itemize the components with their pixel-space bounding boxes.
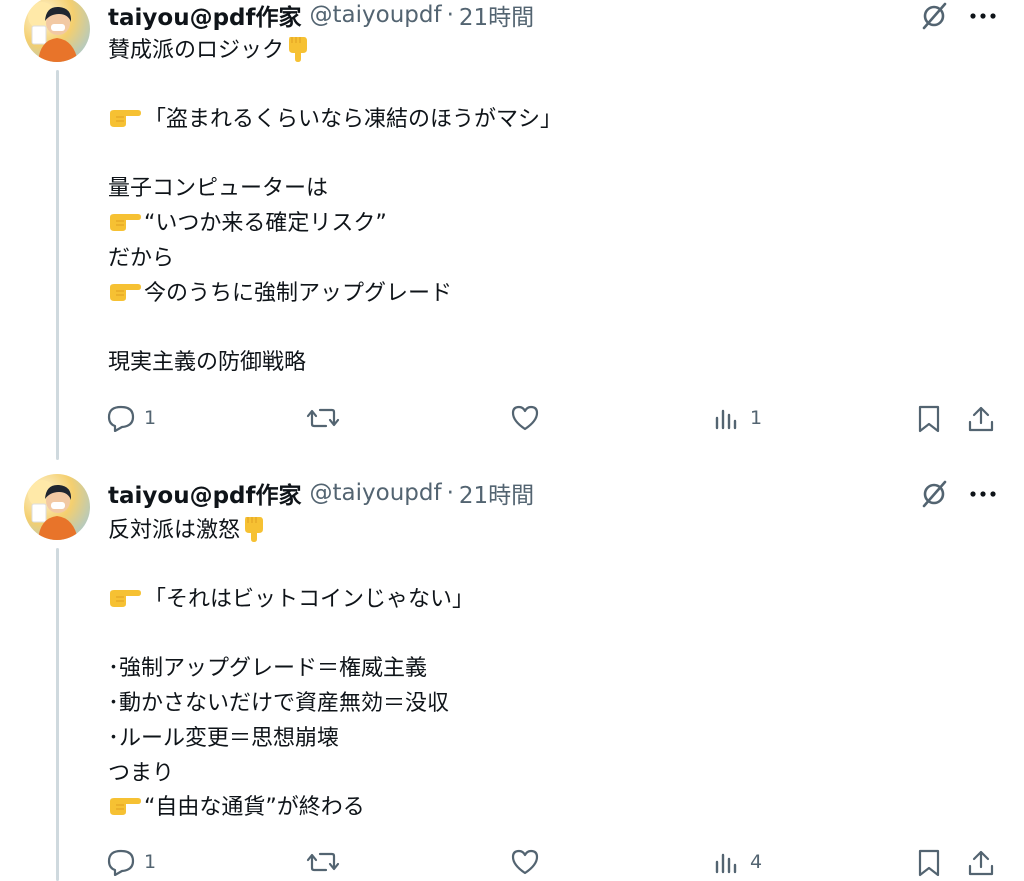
tweet[interactable]: taiyou@pdf作家 @taiyoupdf · 21時間 賛成派のロジック … [0, 0, 1024, 460]
share-icon [966, 848, 996, 878]
tweet-text-line: ･強制アップグレード＝権威主義 [108, 654, 427, 684]
tweet-header: taiyou@pdf作家 @taiyoupdf · 21時間 [108, 476, 534, 510]
like-icon [510, 848, 540, 876]
tweet-text-line: つまり [108, 759, 174, 789]
reply-icon [106, 404, 136, 432]
pointing-down-emoji-icon [286, 35, 310, 63]
repost-button[interactable] [306, 848, 348, 876]
tweet[interactable]: taiyou@pdf作家 @taiyoupdf · 21時間 反対派は激怒 「そ… [0, 474, 1024, 881]
timestamp[interactable]: 21時間 [459, 476, 534, 510]
avatar[interactable] [24, 474, 90, 540]
tweet-text: “いつか来る確定リスク” [144, 211, 387, 236]
tweet-text-line: 「盗まれるくらいなら凍結のほうがマシ」 [108, 105, 562, 135]
avatar[interactable] [24, 0, 90, 62]
tweet-text: ･動かさないだけで資産無効＝没収 [108, 691, 450, 716]
views-count: 1 [750, 407, 763, 429]
like-button[interactable] [510, 404, 548, 432]
repost-icon [306, 404, 340, 432]
views-icon [714, 848, 742, 876]
tweet-text-line: だから [108, 244, 174, 274]
share-button[interactable] [966, 848, 996, 878]
tweet-text: だから [108, 246, 175, 271]
handle[interactable]: @taiyoupdf [310, 2, 442, 28]
tweet-text: 反対派は激怒 [108, 518, 241, 543]
reply-button[interactable]: 1 [106, 848, 156, 876]
timestamp[interactable]: 21時間 [459, 0, 534, 32]
tweet-text: つまり [108, 761, 175, 786]
tweet-text-line: 賛成派のロジック [108, 35, 310, 65]
more-icon[interactable] [966, 480, 1000, 508]
grok-icon[interactable] [918, 480, 950, 508]
share-button[interactable] [966, 404, 996, 434]
tweet-text-line: 「それはビットコインじゃない」 [108, 585, 474, 615]
thread-line [56, 548, 59, 881]
bookmark-button[interactable] [916, 848, 942, 878]
like-button[interactable] [510, 848, 548, 876]
tweet-text: 量子コンピューターは [108, 176, 329, 201]
share-icon [966, 404, 996, 434]
tweet-text-line: 量子コンピューターは [108, 174, 328, 204]
repost-button[interactable] [306, 404, 348, 432]
reply-count: 1 [144, 851, 157, 873]
pointing-right-emoji-icon [108, 281, 142, 303]
tweet-text: ･ルール変更＝思想崩壊 [108, 726, 340, 751]
pointing-right-emoji-icon [108, 107, 142, 129]
tweet-text-line: 現実主義の防御戦略 [108, 348, 306, 378]
tweet-text: “自由な通貨”が終わる [144, 795, 365, 820]
thread-line [56, 70, 59, 460]
views-count: 4 [750, 851, 763, 873]
bookmark-icon [916, 404, 942, 434]
bookmark-icon [916, 848, 942, 878]
grok-icon[interactable] [918, 2, 950, 30]
reply-count: 1 [144, 407, 157, 429]
tweet-text-line: ･ルール変更＝思想崩壊 [108, 724, 339, 754]
views-button[interactable]: 4 [714, 848, 762, 876]
pointing-down-emoji-icon [242, 515, 266, 543]
tweet-text: ･強制アップグレード＝権威主義 [108, 656, 428, 681]
tweet-text: 「盗まれるくらいなら凍結のほうがマシ」 [144, 107, 563, 132]
tweet-text: 現実主義の防御戦略 [108, 350, 307, 375]
repost-icon [306, 848, 340, 876]
tweet-text: 今のうちに強制アップグレード [144, 281, 453, 306]
tweet-text-line: “いつか来る確定リスク” [108, 209, 387, 239]
tweet-text-line: “自由な通貨”が終わる [108, 793, 365, 823]
tweet-text: 「それはビットコインじゃない」 [144, 587, 475, 612]
reply-button[interactable]: 1 [106, 404, 156, 432]
tweet-text-line: ･動かさないだけで資産無効＝没収 [108, 689, 449, 719]
tweet-header: taiyou@pdf作家 @taiyoupdf · 21時間 [108, 0, 534, 32]
views-button[interactable]: 1 [714, 404, 762, 432]
pointing-right-emoji-icon [108, 795, 142, 817]
pointing-right-emoji-icon [108, 587, 142, 609]
pointing-right-emoji-icon [108, 211, 142, 233]
bookmark-button[interactable] [916, 404, 942, 434]
display-name[interactable]: taiyou@pdf作家 [108, 0, 302, 32]
handle[interactable]: @taiyoupdf [310, 480, 442, 506]
like-icon [510, 404, 540, 432]
tweet-text-line: 反対派は激怒 [108, 515, 266, 545]
separator: · [446, 2, 454, 28]
tweet-text-line: 今のうちに強制アップグレード [108, 279, 452, 309]
more-icon[interactable] [966, 2, 1000, 30]
tweet-text: 賛成派のロジック [108, 38, 285, 63]
separator: · [446, 480, 454, 506]
views-icon [714, 404, 742, 432]
display-name[interactable]: taiyou@pdf作家 [108, 476, 302, 510]
reply-icon [106, 848, 136, 876]
